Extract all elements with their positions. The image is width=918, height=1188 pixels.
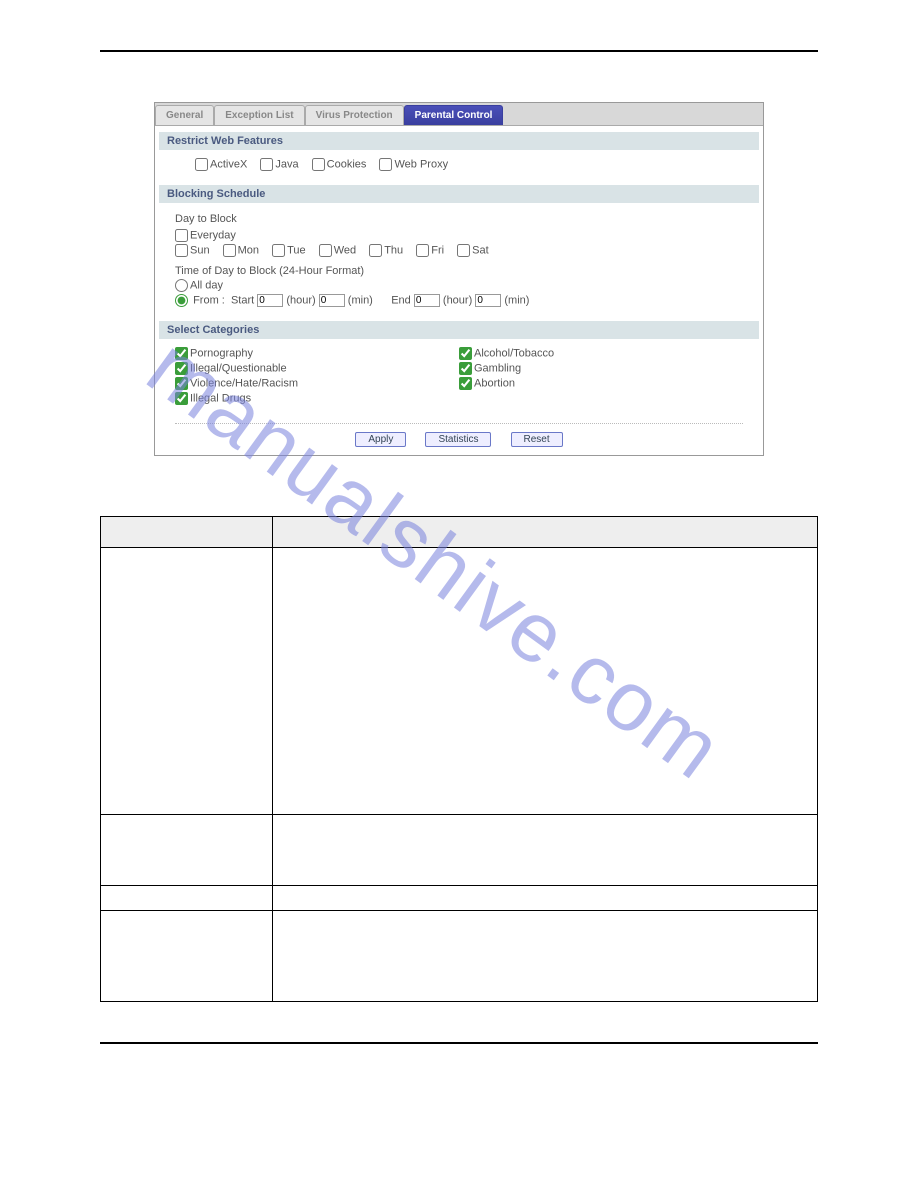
- checkbox-cat-abortion[interactable]: [459, 377, 472, 390]
- checkbox-tue[interactable]: [272, 244, 285, 257]
- input-start-hour[interactable]: [257, 294, 283, 307]
- checkbox-sun[interactable]: [175, 244, 188, 257]
- label-fri: Fri: [431, 244, 444, 256]
- label-from: From :: [193, 294, 225, 306]
- checkbox-cat-gambling[interactable]: [459, 362, 472, 375]
- label-cat: Violence/Hate/Racism: [190, 378, 298, 390]
- label-cat: Alcohol/Tobacco: [474, 348, 554, 360]
- section-select-categories: Select Categories: [159, 321, 759, 339]
- blocking-body: Day to Block Everyday Sun Mon Tue Wed Th…: [155, 203, 763, 315]
- tab-general[interactable]: General: [155, 105, 214, 125]
- page-rule-bottom: [100, 1042, 818, 1044]
- label-cat: Illegal Drugs: [190, 393, 251, 405]
- tab-virus-protection[interactable]: Virus Protection: [305, 105, 404, 125]
- checkbox-everyday[interactable]: [175, 229, 188, 242]
- table-cell: [101, 911, 273, 1002]
- checkbox-cat-drugs[interactable]: [175, 392, 188, 405]
- checkbox-cat-alcohol[interactable]: [459, 347, 472, 360]
- label-cat: Abortion: [474, 378, 515, 390]
- table-cell: [273, 548, 818, 815]
- checkbox-cat-illegal[interactable]: [175, 362, 188, 375]
- button-row: Apply Statistics Reset: [175, 423, 743, 447]
- label-sun: Sun: [190, 244, 210, 256]
- categories-body: Pornography Illegal/Questionable Violenc…: [155, 339, 763, 413]
- label-end: End: [391, 294, 411, 306]
- unit-hour-1: (hour): [286, 294, 315, 306]
- label-start: Start: [231, 294, 254, 306]
- table-cell: [273, 815, 818, 886]
- label-cat: Illegal/Questionable: [190, 363, 287, 375]
- input-start-min[interactable]: [319, 294, 345, 307]
- tab-bar: General Exception List Virus Protection …: [155, 103, 763, 126]
- settings-panel: General Exception List Virus Protection …: [154, 102, 764, 456]
- checkbox-cat-pornography[interactable]: [175, 347, 188, 360]
- table-cell: [273, 911, 818, 1002]
- input-end-hour[interactable]: [414, 294, 440, 307]
- tab-parental-control[interactable]: Parental Control: [404, 105, 504, 125]
- label-cat: Pornography: [190, 348, 253, 360]
- checkbox-mon[interactable]: [223, 244, 236, 257]
- table-header-left: [101, 517, 273, 548]
- label-sat: Sat: [472, 244, 489, 256]
- label-cookies: Cookies: [327, 158, 367, 170]
- restrict-body: ActiveX Java Cookies Web Proxy: [155, 150, 763, 179]
- checkbox-webproxy[interactable]: [379, 158, 392, 171]
- checkbox-activex[interactable]: [195, 158, 208, 171]
- radio-from[interactable]: [175, 294, 188, 307]
- reset-button[interactable]: Reset: [511, 432, 563, 447]
- unit-min-1: (min): [348, 294, 373, 306]
- label-java: Java: [275, 158, 298, 170]
- table-cell: [101, 886, 273, 911]
- table-cell: [273, 886, 818, 911]
- label-everyday: Everyday: [190, 229, 236, 241]
- checkbox-wed[interactable]: [319, 244, 332, 257]
- label-mon: Mon: [238, 244, 259, 256]
- label-all-day: All day: [190, 279, 223, 291]
- label-activex: ActiveX: [210, 158, 247, 170]
- label-day-to-block: Day to Block: [175, 213, 743, 225]
- checkbox-sat[interactable]: [457, 244, 470, 257]
- label-tue: Tue: [287, 244, 306, 256]
- unit-min-2: (min): [504, 294, 529, 306]
- label-time-of-day: Time of Day to Block (24-Hour Format): [175, 265, 743, 277]
- radio-all-day[interactable]: [175, 279, 188, 292]
- apply-button[interactable]: Apply: [355, 432, 406, 447]
- checkbox-fri[interactable]: [416, 244, 429, 257]
- label-wed: Wed: [334, 244, 356, 256]
- checkbox-java[interactable]: [260, 158, 273, 171]
- label-thu: Thu: [384, 244, 403, 256]
- checkbox-cat-violence[interactable]: [175, 377, 188, 390]
- label-webproxy: Web Proxy: [394, 158, 448, 170]
- statistics-button[interactable]: Statistics: [425, 432, 491, 447]
- checkbox-thu[interactable]: [369, 244, 382, 257]
- section-restrict-web-features: Restrict Web Features: [159, 132, 759, 150]
- table-header-right: [273, 517, 818, 548]
- table-cell: [101, 548, 273, 815]
- label-cat: Gambling: [474, 363, 521, 375]
- input-end-min[interactable]: [475, 294, 501, 307]
- unit-hour-2: (hour): [443, 294, 472, 306]
- tab-exception-list[interactable]: Exception List: [214, 105, 304, 125]
- table-cell: [101, 815, 273, 886]
- page-rule-top: [100, 50, 818, 52]
- outline-table: [100, 516, 818, 1002]
- checkbox-cookies[interactable]: [312, 158, 325, 171]
- section-blocking-schedule: Blocking Schedule: [159, 185, 759, 203]
